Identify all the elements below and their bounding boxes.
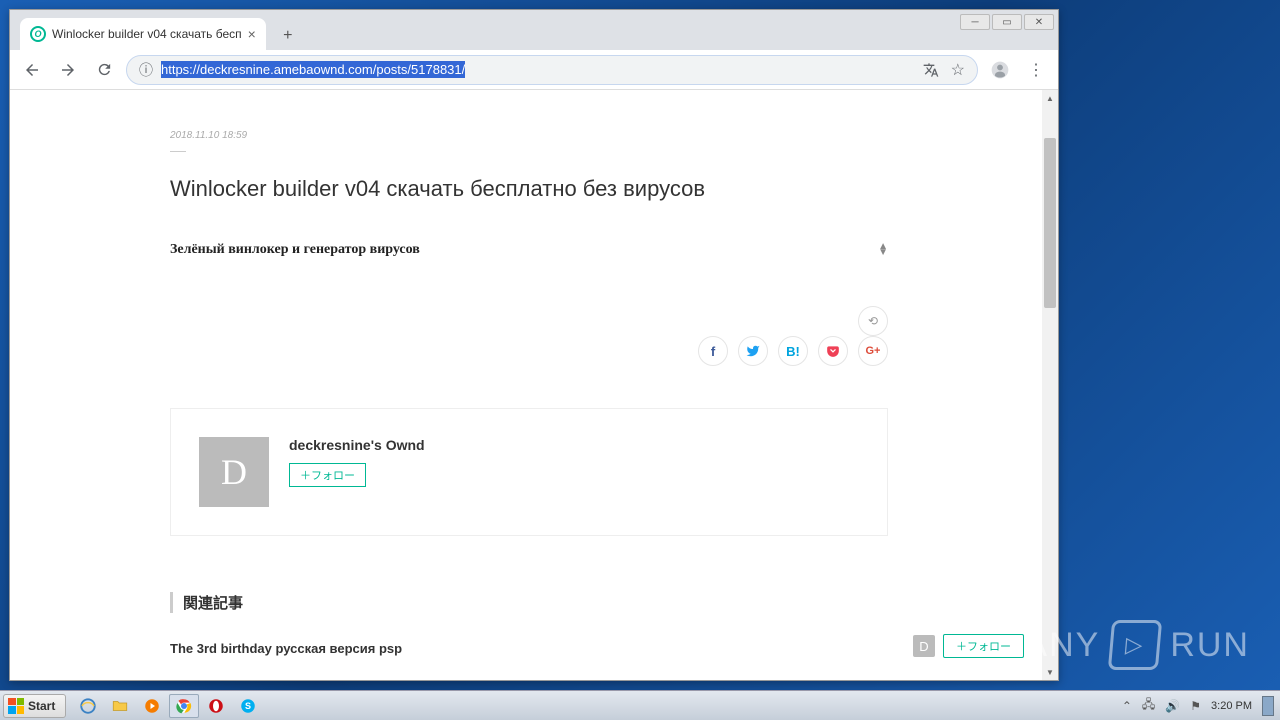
profile-button[interactable] bbox=[986, 56, 1014, 84]
url-text: https://deckresnine.amebaownd.com/posts/… bbox=[161, 62, 915, 77]
floating-follow-widget: D ＋フォロー bbox=[913, 634, 1024, 658]
taskbar-media[interactable] bbox=[137, 694, 167, 718]
divider bbox=[170, 151, 186, 152]
star-icon[interactable]: ☆ bbox=[951, 60, 965, 80]
favicon-icon: O bbox=[30, 26, 46, 42]
taskbar-chrome[interactable] bbox=[169, 694, 199, 718]
float-follow-button[interactable]: ＋フォロー bbox=[943, 634, 1024, 658]
float-avatar: D bbox=[913, 635, 935, 657]
sort-icon[interactable]: ▲▼ bbox=[878, 244, 888, 256]
taskbar-skype[interactable]: S bbox=[233, 694, 263, 718]
translate-icon[interactable] bbox=[923, 62, 939, 78]
related-link[interactable]: The 3rd birthday русская версия psp bbox=[170, 641, 888, 656]
related-section: 関連記事 The 3rd birthday русская версия psp bbox=[170, 592, 888, 656]
play-icon: ▷ bbox=[1108, 620, 1162, 670]
author-avatar: D bbox=[199, 437, 269, 507]
author-name: deckresnine's Ownd bbox=[289, 437, 425, 453]
follow-button[interactable]: ＋フォロー bbox=[289, 463, 366, 487]
twitter-share-button[interactable] bbox=[738, 336, 768, 366]
taskbar-opera[interactable] bbox=[201, 694, 231, 718]
scrollbar-thumb[interactable] bbox=[1044, 138, 1056, 308]
taskbar-ie[interactable] bbox=[73, 694, 103, 718]
minimize-button[interactable]: ─ bbox=[960, 14, 990, 30]
author-box: D deckresnine's Ownd ＋フォロー bbox=[170, 408, 888, 536]
post-date: 2018.11.10 18:59 bbox=[170, 130, 888, 141]
browser-window: ─ ▭ ✕ O Winlocker builder v04 скачать бе… bbox=[9, 9, 1059, 681]
tray-flag-icon[interactable]: ⚑ bbox=[1190, 699, 1201, 713]
facebook-share-button[interactable]: f bbox=[698, 336, 728, 366]
maximize-button[interactable]: ▭ bbox=[992, 14, 1022, 30]
url-bar[interactable]: ⓘ https://deckresnine.amebaownd.com/post… bbox=[126, 55, 978, 85]
show-desktop-button[interactable] bbox=[1262, 696, 1274, 716]
taskbar-explorer[interactable] bbox=[105, 694, 135, 718]
windows-logo-icon bbox=[8, 698, 24, 714]
scroll-up-arrow[interactable]: ▲ bbox=[1042, 90, 1058, 106]
content-area: 2018.11.10 18:59 Winlocker builder v04 с… bbox=[10, 90, 1058, 680]
googleplus-share-button[interactable]: G+ bbox=[858, 336, 888, 366]
window-controls: ─ ▭ ✕ bbox=[960, 14, 1054, 30]
system-tray: ⌃ 🖧 🔊 ⚑ 3:20 PM bbox=[1122, 695, 1280, 716]
clock[interactable]: 3:20 PM bbox=[1211, 700, 1252, 712]
close-window-button[interactable]: ✕ bbox=[1024, 14, 1054, 30]
tray-expand-icon[interactable]: ⌃ bbox=[1122, 699, 1132, 713]
post-subtitle: Зелёный винлокер и генератор вирусов bbox=[170, 242, 420, 258]
tray-network-icon[interactable]: 🖧 bbox=[1142, 695, 1155, 716]
new-tab-button[interactable]: + bbox=[274, 22, 302, 50]
back-button[interactable] bbox=[18, 56, 46, 84]
reblog-button[interactable]: ⟲ bbox=[858, 306, 888, 336]
menu-button[interactable]: ⋮ bbox=[1022, 56, 1050, 84]
reblog-icon: ⟲ bbox=[868, 314, 878, 328]
address-bar: ⓘ https://deckresnine.amebaownd.com/post… bbox=[10, 50, 1058, 90]
tray-volume-icon[interactable]: 🔊 bbox=[1165, 699, 1180, 713]
scroll-down-arrow[interactable]: ▼ bbox=[1042, 664, 1058, 680]
reload-button[interactable] bbox=[90, 56, 118, 84]
share-row: f B! G+ bbox=[170, 336, 888, 366]
start-button[interactable]: Start bbox=[3, 694, 66, 718]
taskbar: Start S ⌃ 🖧 🔊 ⚑ 3:20 PM bbox=[0, 690, 1280, 720]
pocket-share-button[interactable] bbox=[818, 336, 848, 366]
hatena-share-button[interactable]: B! bbox=[778, 336, 808, 366]
tab-title: Winlocker builder v04 скачать бесп bbox=[52, 27, 242, 41]
post-title: Winlocker builder v04 скачать бесплатно … bbox=[170, 176, 888, 202]
browser-tab[interactable]: O Winlocker builder v04 скачать бесп × bbox=[20, 18, 266, 50]
site-info-icon[interactable]: ⓘ bbox=[139, 60, 153, 80]
forward-button[interactable] bbox=[54, 56, 82, 84]
tab-bar: O Winlocker builder v04 скачать бесп × + bbox=[10, 10, 1058, 50]
svg-text:S: S bbox=[245, 701, 251, 711]
related-heading: 関連記事 bbox=[170, 592, 888, 613]
scrollbar[interactable]: ▲ ▼ bbox=[1042, 90, 1058, 680]
tab-close-button[interactable]: × bbox=[248, 26, 256, 42]
